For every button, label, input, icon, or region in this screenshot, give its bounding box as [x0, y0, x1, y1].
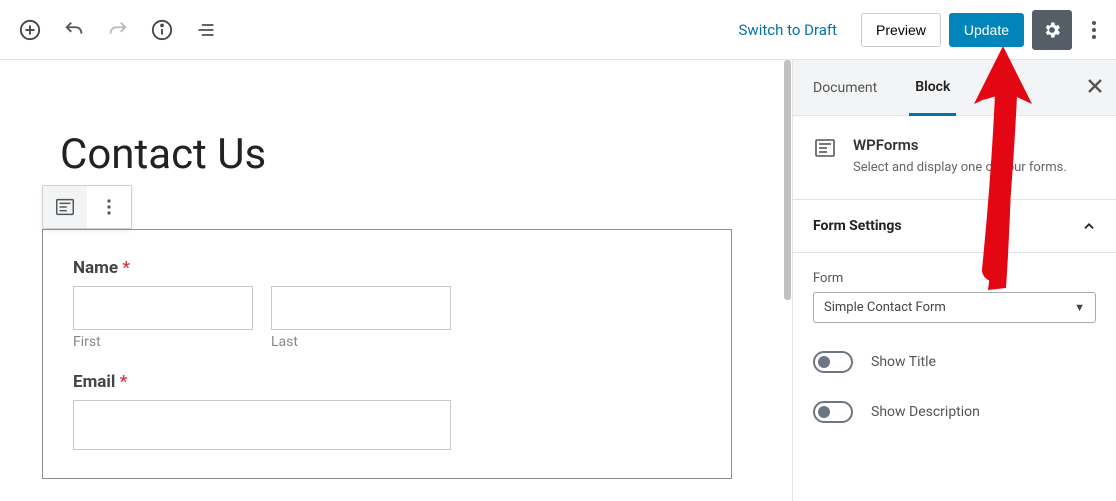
show-title-row: Show Title — [793, 335, 1116, 373]
show-title-label: Show Title — [871, 354, 936, 370]
form-select-label: Form — [813, 271, 1096, 286]
block-type-icon[interactable] — [43, 186, 87, 228]
last-name-input[interactable] — [271, 286, 451, 330]
show-description-label: Show Description — [871, 404, 980, 420]
email-label: Email * — [73, 372, 701, 392]
more-options-button[interactable] — [1080, 10, 1108, 50]
main-area: Contact Us Name * First — [0, 60, 1116, 501]
block-description: WPForms Select and display one of your f… — [793, 116, 1116, 200]
form-icon — [54, 196, 76, 218]
close-icon — [1088, 79, 1102, 93]
add-block-button[interactable] — [8, 8, 52, 52]
show-title-toggle[interactable] — [813, 351, 853, 373]
form-settings-panel: Form Settings — [793, 200, 1116, 253]
last-sublabel: Last — [271, 334, 451, 350]
editor-content: Contact Us Name * First — [0, 60, 792, 501]
dropdown-caret-icon: ▼ — [1074, 301, 1085, 314]
settings-sidebar: Document Block WPForms Select and displa… — [792, 60, 1116, 501]
name-row: First Last — [73, 286, 701, 350]
preview-button[interactable]: Preview — [861, 13, 941, 47]
first-sublabel: First — [73, 334, 253, 350]
form-select[interactable]: Simple Contact Form ▼ — [813, 292, 1096, 323]
email-input[interactable] — [73, 400, 451, 450]
block-title: WPForms — [853, 136, 1067, 154]
editor-topbar: Switch to Draft Preview Update — [0, 0, 1116, 60]
wpforms-icon — [813, 136, 837, 160]
topbar-right: Switch to Draft Preview Update — [739, 10, 1108, 50]
block-subtitle: Select and display one of your forms. — [853, 160, 1067, 175]
outline-button[interactable] — [184, 8, 228, 52]
form-preview: Name * First Last Email * — [42, 229, 732, 479]
block-more-button[interactable] — [87, 186, 131, 228]
chevron-up-icon — [1082, 219, 1096, 233]
sidebar-tabs: Document Block — [793, 60, 1116, 116]
tab-block[interactable]: Block — [909, 61, 956, 116]
topbar-left — [8, 8, 228, 52]
form-settings-toggle[interactable]: Form Settings — [813, 218, 1096, 234]
show-description-toggle[interactable] — [813, 401, 853, 423]
content-scrollbar[interactable] — [784, 60, 792, 500]
update-button[interactable]: Update — [949, 13, 1024, 47]
tab-document[interactable]: Document — [807, 62, 883, 114]
block-wrapper: Name * First Last Email * — [42, 185, 732, 479]
redo-button[interactable] — [96, 8, 140, 52]
undo-button[interactable] — [52, 8, 96, 52]
close-panel-button[interactable] — [1088, 77, 1102, 98]
settings-button[interactable] — [1032, 10, 1072, 50]
info-button[interactable] — [140, 8, 184, 52]
show-description-row: Show Description — [793, 385, 1116, 423]
gear-icon — [1042, 20, 1062, 40]
form-select-section: Form Simple Contact Form ▼ — [793, 253, 1116, 323]
name-label: Name * — [73, 258, 701, 278]
block-toolbar — [42, 185, 132, 229]
switch-to-draft-link[interactable]: Switch to Draft — [739, 21, 838, 39]
page-title[interactable]: Contact Us — [60, 130, 732, 179]
first-name-input[interactable] — [73, 286, 253, 330]
